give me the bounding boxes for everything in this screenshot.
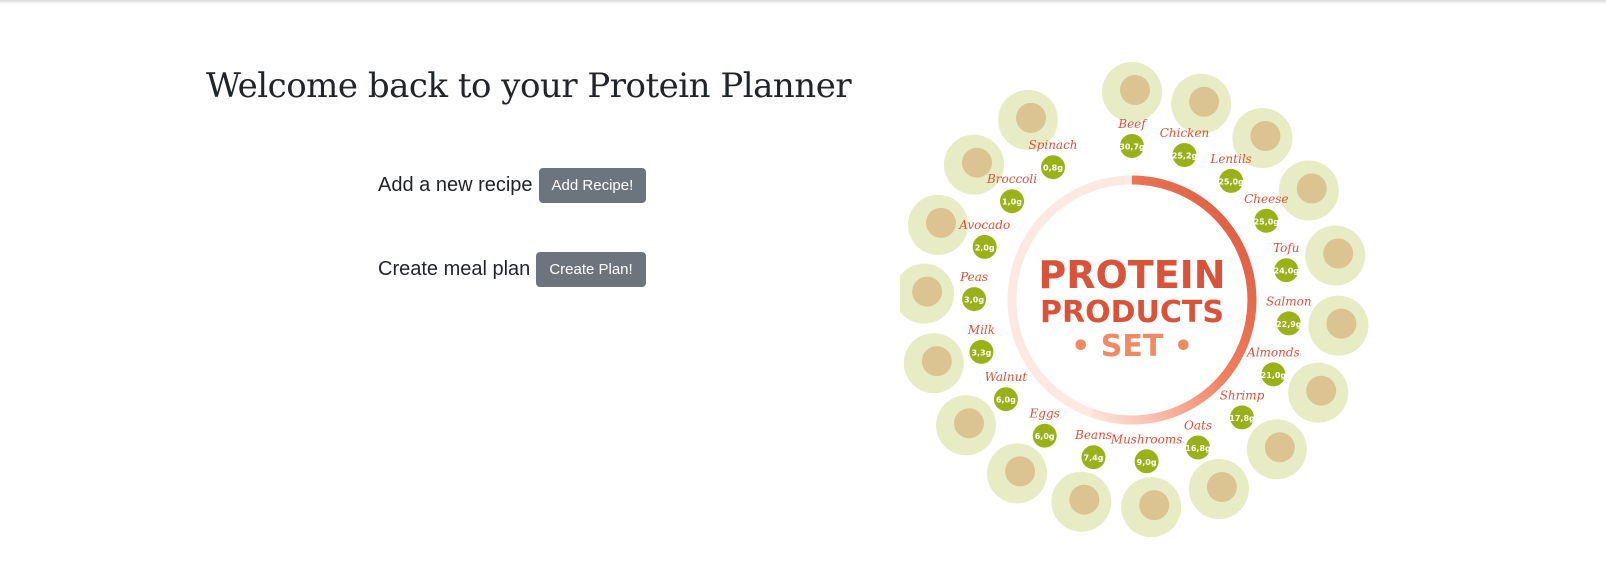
protein-item-tofu: Tofu 24,0g	[1273, 225, 1366, 286]
protein-amount-cheese: 25,0g	[1254, 217, 1280, 226]
protein-item-mushrooms: Mushrooms 9,0g	[1110, 432, 1183, 538]
protein-item-oats: Oats 16,8g	[1184, 419, 1249, 519]
food-shape-lentils	[1250, 121, 1281, 151]
protein-amount-lentils: 25,0g	[1218, 177, 1244, 186]
create-plan-button[interactable]: Create Plan!	[536, 252, 646, 287]
protein-amount-tofu: 24,0g	[1274, 267, 1300, 276]
add-recipe-label: Add a new recipe	[378, 174, 533, 196]
protein-amount-beans: 7,4g	[1084, 454, 1104, 463]
item-name-eggs: Eggs	[1029, 407, 1060, 421]
food-shape-beef	[1120, 75, 1150, 105]
infographic-title-line3: • SET •	[1071, 329, 1193, 364]
item-name-chicken: Chicken	[1160, 126, 1210, 140]
food-shape-mushrooms	[1139, 490, 1170, 521]
item-name-cheese: Cheese	[1244, 192, 1288, 206]
create-plan-label: Create meal plan	[378, 258, 531, 280]
protein-amount-shrimp: 17,8g	[1229, 414, 1255, 423]
protein-item-milk: Milk 3,3g	[903, 323, 995, 394]
protein-amount-avocado: 2,0g	[975, 243, 995, 252]
create-plan-row: Create meal plan Create Plan!	[378, 252, 646, 287]
protein-item-peas: Peas 3,0g	[900, 263, 988, 324]
protein-item-avocado: Avocado 2,0g	[908, 194, 1010, 259]
protein-amount-eggs: 6,0g	[1035, 432, 1055, 441]
food-shape-oats	[1206, 472, 1237, 502]
add-recipe-button[interactable]: Add Recipe!	[538, 168, 647, 203]
protein-products-infographic: PROTEIN PRODUCTS • SET • Beef 30,7g Chicke…	[900, 62, 1369, 538]
item-name-broccoli: Broccoli	[986, 172, 1037, 186]
item-name-beans: Beans	[1074, 428, 1112, 442]
infographic-title-line1: PROTEIN	[1038, 253, 1225, 297]
protein-amount-peas: 3,0g	[964, 296, 984, 305]
food-shape-cheese	[1296, 173, 1327, 204]
protein-item-spinach: Spinach 0,8g	[998, 89, 1078, 180]
protein-amount-oats: 16,8g	[1185, 444, 1211, 453]
item-name-almonds: Almonds	[1246, 345, 1300, 359]
food-shape-eggs	[1005, 456, 1036, 487]
protein-amount-almonds: 21,0g	[1261, 371, 1287, 380]
item-name-beef: Beef	[1117, 117, 1148, 131]
item-name-salmon: Salmon	[1266, 294, 1312, 308]
food-shape-peas	[912, 276, 943, 307]
protein-amount-salmon: 22,9g	[1276, 320, 1302, 329]
item-name-shrimp: Shrimp	[1220, 388, 1265, 402]
food-shape-shrimp	[1264, 432, 1295, 463]
food-shape-spinach	[1016, 102, 1046, 133]
add-recipe-row: Add a new recipe Add Recipe!	[378, 168, 647, 203]
protein-item-eggs: Eggs 6,0g	[987, 407, 1060, 504]
item-name-oats: Oats	[1184, 419, 1212, 433]
protein-amount-broccoli: 1,0g	[1002, 198, 1022, 207]
food-shape-avocado	[926, 207, 956, 238]
food-shape-beans	[1069, 484, 1100, 515]
food-shape-chicken	[1189, 86, 1220, 117]
protein-amount-walnut: 6,0g	[996, 396, 1016, 405]
item-name-mushrooms: Mushrooms	[1110, 432, 1183, 446]
food-shape-almonds	[1306, 375, 1337, 406]
food-shape-walnut	[954, 408, 984, 439]
protein-item-almonds: Almonds 21,0g	[1246, 345, 1349, 423]
protein-item-beans: Beans 7,4g	[1051, 428, 1112, 532]
food-shape-salmon	[1326, 308, 1357, 339]
protein-item-cheese: Cheese 25,0g	[1244, 160, 1339, 233]
protein-amount-mushrooms: 9,0g	[1137, 458, 1157, 467]
item-name-tofu: Tofu	[1273, 241, 1299, 255]
page-title: Welcome back to your Protein Planner	[206, 66, 852, 106]
protein-amount-milk: 3,3g	[971, 348, 991, 357]
protein-item-beef: Beef 30,7g	[1102, 62, 1162, 158]
top-shadow	[0, 0, 1606, 4]
protein-amount-spinach: 0,8g	[1043, 164, 1063, 173]
protein-amount-chicken: 25,2g	[1172, 152, 1198, 161]
infographic-title-line2: PRODUCTS	[1040, 295, 1224, 330]
item-name-avocado: Avocado	[958, 218, 1010, 232]
food-shape-tofu	[1323, 238, 1354, 269]
item-name-peas: Peas	[959, 270, 988, 284]
item-name-spinach: Spinach	[1028, 138, 1077, 152]
item-name-lentils: Lentils	[1209, 152, 1251, 166]
item-name-milk: Milk	[967, 323, 995, 337]
food-shape-milk	[921, 346, 952, 377]
item-name-walnut: Walnut	[985, 370, 1028, 384]
protein-amount-beef: 30,7g	[1119, 143, 1145, 152]
